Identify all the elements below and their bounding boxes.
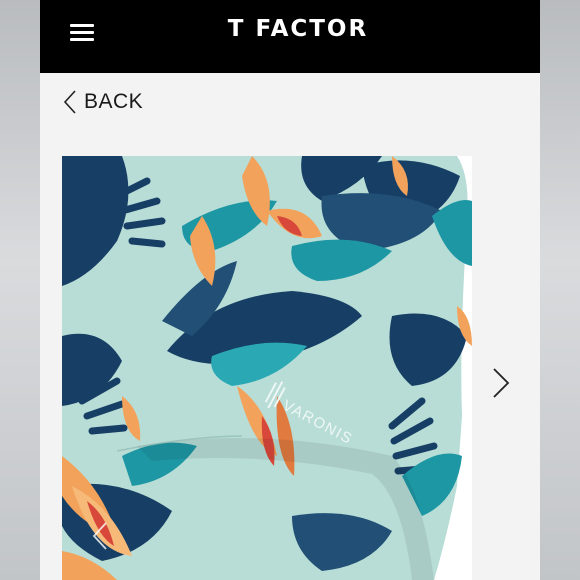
- app-screen: T FACTOR BACK VARONIS: [40, 0, 540, 580]
- brand-logo[interactable]: T FACTOR: [40, 16, 540, 42]
- chevron-right-icon[interactable]: [488, 366, 514, 400]
- product-image[interactable]: VARONIS: [62, 156, 472, 580]
- chevron-left-icon: [63, 90, 76, 114]
- prev-image-icon[interactable]: [89, 520, 111, 552]
- tropical-print-fabric: VARONIS: [62, 156, 472, 580]
- top-header: T FACTOR: [40, 0, 540, 73]
- back-button[interactable]: BACK: [62, 88, 143, 116]
- background-left: [0, 0, 40, 580]
- background-right: [540, 0, 580, 580]
- back-label: BACK: [84, 90, 144, 113]
